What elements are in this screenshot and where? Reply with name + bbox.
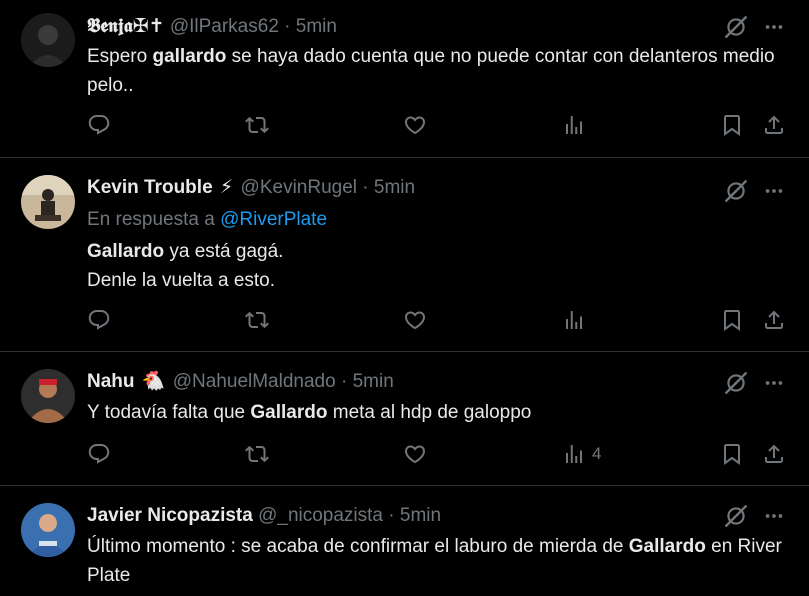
timestamp[interactable]: 5min <box>296 16 337 37</box>
retweet-button[interactable] <box>245 308 269 332</box>
tweet-header: Kevin Trouble ⚡ @KevinRugel · 5min <box>87 176 415 200</box>
bookmark-button[interactable] <box>720 113 744 137</box>
timestamp[interactable]: 5min <box>374 177 415 198</box>
retweet-icon <box>245 442 269 466</box>
more-icon[interactable] <box>763 16 785 38</box>
like-button[interactable] <box>403 442 427 466</box>
reply-button[interactable] <box>87 308 111 332</box>
lightning-emoji: ⚡ <box>219 177 234 198</box>
views-count: 4 <box>592 444 602 463</box>
reply-icon <box>87 308 111 332</box>
reply-icon <box>87 113 111 137</box>
display-name[interactable]: 𝕭𝖊𝖓𝖏𝖆✠✝ <box>87 16 165 37</box>
like-icon <box>403 442 427 466</box>
display-name[interactable]: Javier Nicopazista <box>87 505 253 526</box>
views-button[interactable] <box>562 113 592 137</box>
retweet-button[interactable] <box>245 113 269 137</box>
tweet[interactable]: Kevin Trouble ⚡ @KevinRugel · 5min En re… <box>0 158 809 352</box>
tweet-text: Y todavía falta que Gallardo meta al hdp… <box>87 402 532 423</box>
avatar[interactable] <box>21 503 75 557</box>
tweet-text: Gallardo ya está gagá. Denle la vuelta a… <box>87 241 284 291</box>
share-button[interactable] <box>762 308 786 332</box>
reply-icon <box>87 442 111 466</box>
bookmark-button[interactable] <box>720 442 744 466</box>
tweet-header: 𝕭𝖊𝖓𝖏𝖆✠✝ @IlParkas62 · 5min <box>87 15 337 39</box>
views-icon <box>562 308 586 332</box>
like-icon <box>403 308 427 332</box>
reply-context: En respuesta a @RiverPlate <box>87 209 328 230</box>
like-button[interactable] <box>403 308 427 332</box>
more-icon[interactable] <box>763 372 785 394</box>
reply-to-link[interactable]: @RiverPlate <box>220 209 327 230</box>
views-icon <box>562 442 586 466</box>
avatar[interactable] <box>21 175 75 229</box>
grok-icon[interactable] <box>723 370 749 396</box>
avatar[interactable] <box>21 369 75 423</box>
user-handle[interactable]: @IlParkas62 <box>170 16 279 37</box>
user-handle[interactable]: @NahuelMaldnado <box>173 371 336 392</box>
reply-button[interactable] <box>87 442 111 466</box>
share-icon <box>762 442 786 466</box>
tweet-top-icons <box>723 370 785 396</box>
bookmark-button[interactable] <box>720 308 744 332</box>
timestamp[interactable]: 5min <box>353 371 394 392</box>
reply-button[interactable] <box>87 113 111 137</box>
grok-icon[interactable] <box>723 14 749 40</box>
share-icon <box>762 308 786 332</box>
separator-dot: · <box>284 16 291 37</box>
share-button[interactable] <box>762 442 786 466</box>
separator-dot: · <box>362 177 369 198</box>
views-icon <box>562 113 586 137</box>
like-icon <box>403 113 427 137</box>
separator-dot: · <box>340 371 348 392</box>
tweet-header: Nahu 🐔 @NahuelMaldnado · 5min <box>87 370 394 394</box>
grok-icon[interactable] <box>723 503 749 529</box>
like-button[interactable] <box>403 113 427 137</box>
retweet-icon <box>245 113 269 137</box>
timestamp[interactable]: 5min <box>400 505 441 526</box>
share-icon <box>762 113 786 137</box>
tweet-actions: 4 <box>87 442 787 470</box>
tweet[interactable]: 𝕭𝖊𝖓𝖏𝖆✠✝ @IlParkas62 · 5min Espero gallar… <box>0 0 809 158</box>
more-icon[interactable] <box>763 505 785 527</box>
retweet-icon <box>245 308 269 332</box>
tweet-actions <box>87 308 787 336</box>
user-handle[interactable]: @_nicopazista <box>258 505 383 526</box>
tweet-text: Espero gallardo se haya dado cuenta que … <box>87 46 775 96</box>
grok-icon[interactable] <box>723 178 749 204</box>
display-name[interactable]: Nahu <box>87 371 135 392</box>
tweet-text: Último momento : se acaba de confirmar e… <box>87 536 782 586</box>
retweet-button[interactable] <box>245 442 269 466</box>
views-button[interactable] <box>562 308 592 332</box>
tweet-header: Javier Nicopazista @_nicopazista · 5min <box>87 504 441 528</box>
tweet-actions <box>87 113 787 141</box>
user-handle[interactable]: @KevinRugel <box>241 177 357 198</box>
bookmark-icon <box>720 442 744 466</box>
bookmark-icon <box>720 113 744 137</box>
bookmark-icon <box>720 308 744 332</box>
display-name[interactable]: Kevin Trouble <box>87 177 213 198</box>
tweet[interactable]: Nahu 🐔 @NahuelMaldnado · 5min Y todavía … <box>0 352 809 486</box>
more-icon[interactable] <box>763 180 785 202</box>
tweet-top-icons <box>723 503 785 529</box>
tweet[interactable]: Javier Nicopazista @_nicopazista · 5min … <box>0 486 809 596</box>
chicken-emoji: 🐔 <box>141 371 166 392</box>
share-button[interactable] <box>762 113 786 137</box>
tweet-top-icons <box>723 178 785 204</box>
separator-dot: · <box>388 505 395 526</box>
avatar[interactable] <box>21 13 75 67</box>
tweet-top-icons <box>723 14 785 40</box>
views-button[interactable]: 4 <box>562 442 601 466</box>
